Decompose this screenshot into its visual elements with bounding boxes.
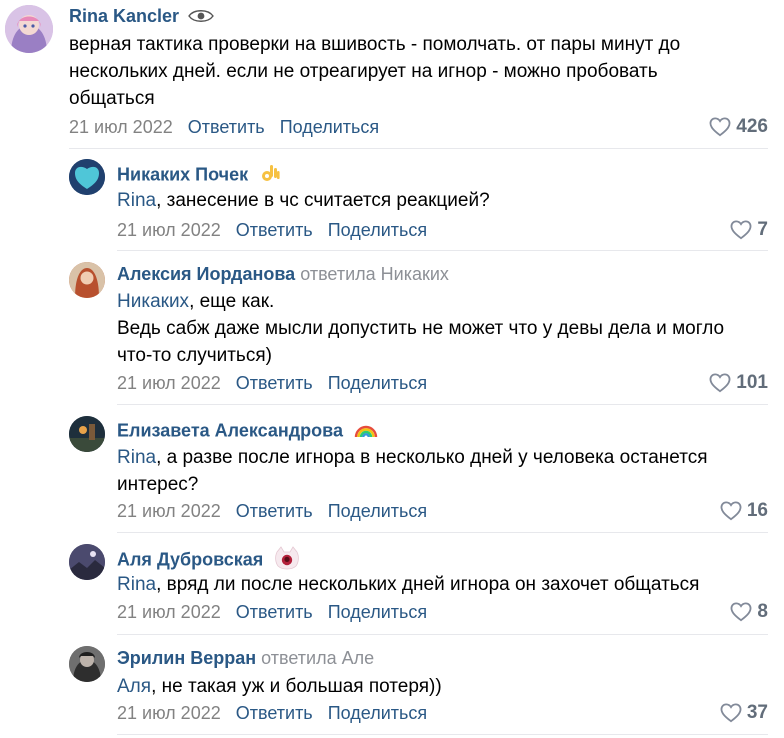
rainbow-emoji (354, 419, 378, 444)
author-name[interactable]: Аля Дубровская (117, 549, 263, 569)
author-line: Эрилин Верран ответила Але (117, 647, 374, 669)
comment-text: Rina, а разве после игнора в несколько д… (117, 444, 757, 498)
avatar[interactable] (69, 544, 105, 580)
comment-text: Никаких, еще как. Ведь сабж даже мысли д… (117, 288, 757, 369)
comment-date[interactable]: 21 июл 2022 (117, 501, 221, 521)
comment-date[interactable]: 21 июл 2022 (117, 373, 221, 393)
comment-meta: 21 июл 2022 Ответить Поделиться (117, 219, 427, 241)
divider (117, 734, 768, 735)
mention-link[interactable]: Никаких (117, 291, 189, 312)
author-name[interactable]: Елизавета Александрова (117, 420, 343, 440)
comment-date[interactable]: 21 июл 2022 (117, 220, 221, 240)
heart-icon (720, 703, 742, 723)
like-count: 426 (736, 116, 768, 137)
comment-body: , вряд ли после нескольких дней игнора о… (156, 574, 700, 595)
share-button[interactable]: Поделиться (328, 220, 427, 240)
comment-text: Rina, вряд ли после нескольких дней игно… (117, 571, 757, 598)
author-line: Rina Kancler (69, 5, 214, 28)
author-name[interactable]: Алексия Иорданова (117, 264, 295, 284)
comment-meta: 21 июл 2022 Ответить Поделиться (69, 116, 379, 138)
reply-button[interactable]: Ответить (188, 117, 265, 137)
like-button[interactable]: 101 (709, 372, 768, 394)
comment-meta: 21 июл 2022 Ответить Поделиться (117, 601, 427, 623)
eye-icon (188, 6, 214, 28)
comment-body-line2: Ведь сабж даже мысли допустить не может … (117, 318, 725, 366)
comment-meta: 21 июл 2022 Ответить Поделиться (117, 702, 427, 724)
reply-button[interactable]: Ответить (236, 501, 313, 521)
replied-to[interactable]: ответила Никаких (300, 264, 449, 284)
like-count: 37 (746, 702, 768, 723)
divider (117, 634, 768, 635)
share-button[interactable]: Поделиться (328, 373, 427, 393)
share-button[interactable]: Поделиться (328, 501, 427, 521)
like-button[interactable]: 37 (720, 702, 768, 724)
like-count: 16 (746, 500, 768, 521)
author-line: Никаких Почек (117, 162, 281, 189)
reply-button[interactable]: Ответить (236, 220, 313, 240)
author-name[interactable]: Rina Kancler (69, 6, 179, 26)
reply-button[interactable]: Ответить (236, 703, 313, 723)
comment-text: Аля, не такая уж и большая потеря)) (117, 673, 757, 700)
heart-icon (720, 501, 742, 521)
share-button[interactable]: Поделиться (328, 703, 427, 723)
mention-link[interactable]: Rina (117, 190, 156, 211)
divider (117, 532, 768, 533)
heart-icon (709, 117, 731, 137)
comment-body: , а разве после игнора в несколько дней … (117, 447, 708, 495)
heart-icon (730, 602, 752, 622)
avatar[interactable] (69, 262, 105, 298)
like-count: 7 (757, 219, 768, 240)
mention-link[interactable]: Rina (117, 574, 156, 595)
avatar[interactable] (69, 646, 105, 682)
comment-thread: Rina Kancler верная тактика проверки на … (0, 0, 784, 738)
comment-date[interactable]: 21 июл 2022 (69, 117, 173, 137)
like-button[interactable]: 7 (730, 219, 768, 241)
author-line: Алексия Иорданова ответила Никаких (117, 263, 449, 285)
author-line: Елизавета Александрова (117, 419, 378, 444)
comment-text: верная тактика проверки на вшивость - по… (69, 34, 681, 109)
comment-body: , еще как. (189, 291, 275, 312)
replied-to[interactable]: ответила Але (261, 648, 374, 668)
comment-meta: 21 июл 2022 Ответить Поделиться (117, 372, 427, 394)
avatar[interactable] (69, 159, 105, 195)
share-button[interactable]: Поделиться (280, 117, 379, 137)
reply-button[interactable]: Ответить (236, 373, 313, 393)
comment-date[interactable]: 21 июл 2022 (117, 602, 221, 622)
divider (69, 148, 768, 149)
like-button[interactable]: 426 (709, 116, 768, 138)
share-button[interactable]: Поделиться (328, 602, 427, 622)
like-button[interactable]: 8 (730, 601, 768, 623)
mention-link[interactable]: Rina (117, 447, 156, 468)
comment-text: Rina, занесение в чс считается реакцией? (117, 187, 757, 214)
comment-body: , не такая уж и большая потеря)) (151, 676, 442, 697)
ok-hand-emoji (259, 162, 281, 189)
comment-meta: 21 июл 2022 Ответить Поделиться (117, 500, 427, 522)
comment-body: , занесение в чс считается реакцией? (156, 190, 490, 211)
heart-icon (709, 373, 731, 393)
divider (117, 404, 768, 405)
comment-date[interactable]: 21 июл 2022 (117, 703, 221, 723)
avatar[interactable] (69, 416, 105, 452)
reply-button[interactable]: Ответить (236, 602, 313, 622)
mention-link[interactable]: Аля (117, 676, 151, 697)
author-name[interactable]: Эрилин Верран (117, 648, 256, 668)
like-count: 8 (757, 601, 768, 622)
heart-icon (730, 220, 752, 240)
like-count: 101 (736, 372, 768, 393)
divider (117, 250, 768, 251)
like-button[interactable]: 16 (720, 500, 768, 522)
author-name[interactable]: Никаких Почек (117, 164, 248, 184)
avatar[interactable] (5, 5, 53, 53)
